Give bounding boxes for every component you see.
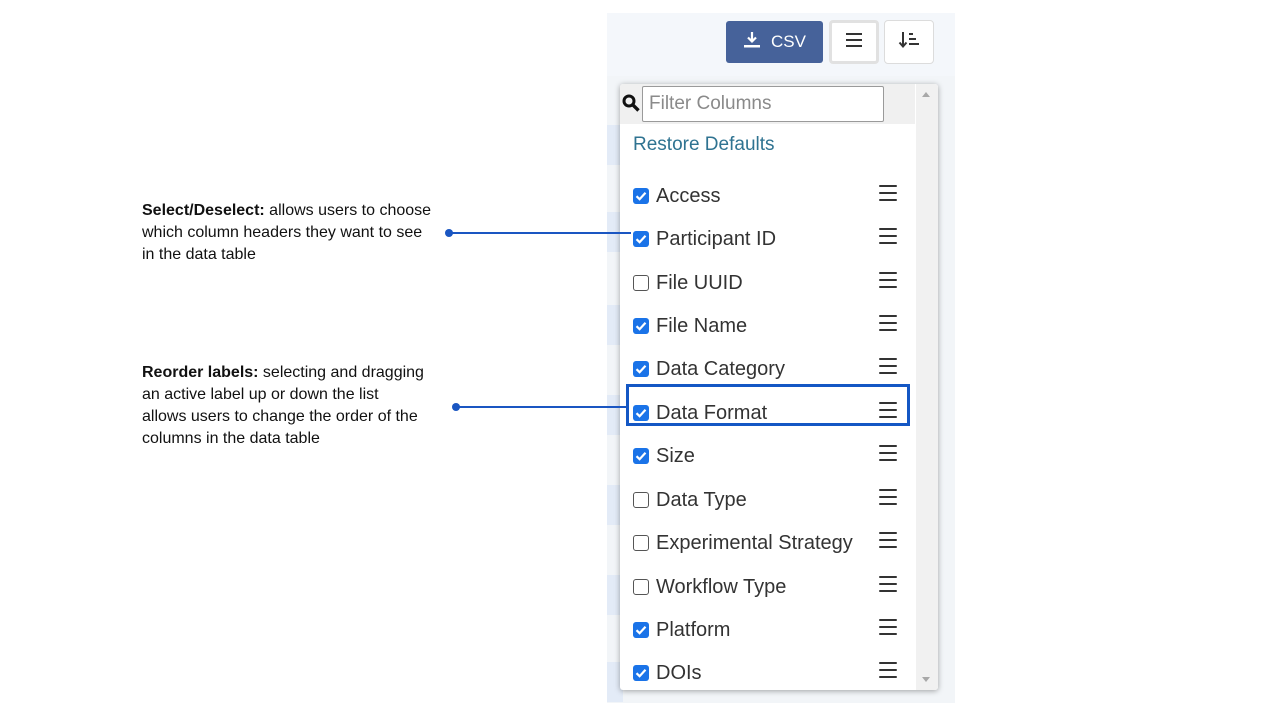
column-item[interactable]: Experimental Strategy bbox=[620, 524, 915, 564]
checkbox-checked[interactable] bbox=[633, 231, 649, 247]
checkbox-checked[interactable] bbox=[633, 665, 649, 681]
reorder-annotation-title: Reorder labels: bbox=[142, 364, 259, 381]
checkbox-unchecked[interactable] bbox=[633, 492, 649, 508]
highlight-box bbox=[626, 384, 910, 426]
drag-handle-icon[interactable] bbox=[879, 185, 897, 201]
reorder-annotation: Reorder labels: selecting and dragging a… bbox=[142, 362, 424, 450]
restore-defaults-link[interactable]: Restore Defaults bbox=[633, 134, 775, 156]
drag-handle-icon[interactable] bbox=[879, 272, 897, 288]
select-annotation-line1: allows users to choose bbox=[264, 202, 432, 219]
column-item-label: Data Category bbox=[656, 358, 785, 380]
column-item[interactable]: Access bbox=[620, 177, 915, 217]
column-item[interactable]: Size bbox=[620, 437, 915, 477]
column-item[interactable]: Participant ID bbox=[620, 220, 915, 260]
checkbox-checked[interactable] bbox=[633, 188, 649, 204]
column-item-label: Workflow Type bbox=[656, 576, 787, 598]
column-item-label: DOIs bbox=[656, 662, 702, 684]
drag-handle-icon[interactable] bbox=[879, 315, 897, 331]
checkbox-unchecked[interactable] bbox=[633, 579, 649, 595]
reorder-annotation-line4: columns in the data table bbox=[142, 430, 320, 447]
connector-line bbox=[456, 406, 628, 408]
scroll-up-icon[interactable] bbox=[922, 92, 930, 97]
drag-handle-icon[interactable] bbox=[879, 619, 897, 635]
column-item-label: File UUID bbox=[656, 272, 743, 294]
column-item[interactable]: File UUID bbox=[620, 264, 915, 304]
select-annotation: Select/Deselect: allows users to choose … bbox=[142, 200, 431, 266]
column-item-label: Size bbox=[656, 445, 695, 467]
scrollbar[interactable] bbox=[916, 84, 938, 690]
column-item-label: File Name bbox=[656, 315, 748, 337]
reorder-annotation-line1: selecting and dragging bbox=[258, 364, 424, 381]
connector-line bbox=[449, 232, 631, 234]
checkbox-unchecked[interactable] bbox=[633, 275, 649, 291]
filter-bar bbox=[620, 84, 915, 124]
checkbox-checked[interactable] bbox=[633, 622, 649, 638]
select-annotation-line3: in the data table bbox=[142, 246, 256, 263]
csv-download-button[interactable]: CSV bbox=[726, 21, 823, 63]
checkbox-checked[interactable] bbox=[633, 361, 649, 377]
sort-icon bbox=[898, 31, 920, 54]
drag-handle-icon[interactable] bbox=[879, 576, 897, 592]
column-item[interactable]: Data Type bbox=[620, 481, 915, 521]
drag-handle-icon[interactable] bbox=[879, 532, 897, 548]
column-item-label: Access bbox=[656, 185, 721, 207]
column-item-label: Participant ID bbox=[656, 228, 777, 250]
checkbox-checked[interactable] bbox=[633, 318, 649, 334]
drag-handle-icon[interactable] bbox=[879, 358, 897, 374]
column-item[interactable]: DOIs bbox=[620, 654, 915, 690]
reorder-annotation-line3: allows users to change the order of the bbox=[142, 408, 418, 425]
column-item[interactable]: Workflow Type bbox=[620, 568, 915, 608]
download-icon bbox=[743, 31, 761, 54]
scroll-down-icon[interactable] bbox=[922, 677, 930, 682]
drag-handle-icon[interactable] bbox=[879, 228, 897, 244]
reorder-annotation-line2: an active label up or down the list bbox=[142, 386, 379, 403]
hamburger-icon bbox=[846, 32, 862, 52]
column-item[interactable]: Platform bbox=[620, 611, 915, 651]
select-annotation-line2: which column headers they want to see bbox=[142, 224, 423, 241]
drag-handle-icon[interactable] bbox=[879, 445, 897, 461]
search-icon bbox=[622, 94, 640, 112]
column-menu-button[interactable] bbox=[829, 20, 879, 64]
drag-handle-icon[interactable] bbox=[879, 489, 897, 505]
filter-columns-input[interactable] bbox=[642, 86, 884, 122]
column-item-label: Experimental Strategy bbox=[656, 532, 853, 554]
column-item[interactable]: File Name bbox=[620, 307, 915, 347]
checkbox-checked[interactable] bbox=[633, 448, 649, 464]
csv-label: CSV bbox=[771, 32, 806, 51]
drag-handle-icon[interactable] bbox=[879, 662, 897, 678]
column-item-label: Data Type bbox=[656, 489, 747, 511]
column-item-label: Platform bbox=[656, 619, 731, 641]
select-annotation-title: Select/Deselect: bbox=[142, 202, 265, 219]
checkbox-unchecked[interactable] bbox=[633, 535, 649, 551]
sort-button[interactable] bbox=[884, 20, 934, 64]
